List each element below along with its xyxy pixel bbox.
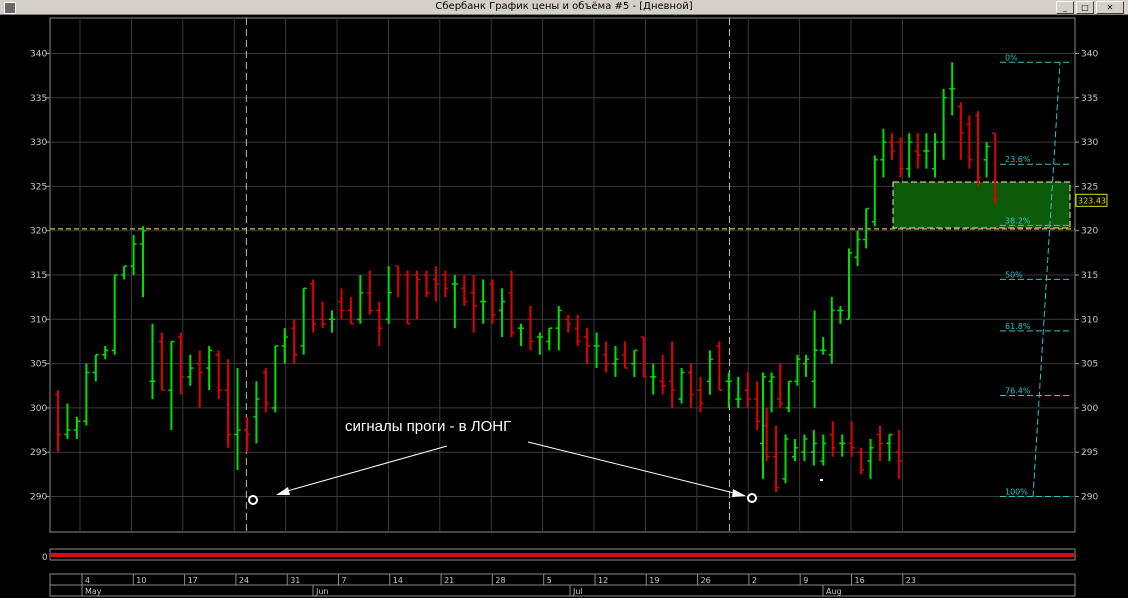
window-controls: _ □ ✕ [1056, 1, 1124, 14]
y-tick-label-right: 290 [1081, 493, 1098, 503]
signal-marker[interactable] [747, 493, 757, 503]
price-chart[interactable]: 290 290295 295300 300305 305310 310315 315320 3… [0, 15, 1128, 598]
day-label: 23 [906, 576, 916, 585]
y-tick-label-right: 330 [1081, 138, 1098, 148]
day-label: 4 [85, 576, 90, 585]
fib-level-label: 50% [1005, 270, 1023, 279]
day-label: 28 [495, 576, 505, 585]
day-label: 19 [649, 576, 659, 585]
day-label: 14 [393, 576, 403, 585]
maximize-button[interactable]: □ [1076, 1, 1094, 14]
fib-level-label: 38.2% [1005, 216, 1031, 225]
y-tick-label-left: 325 [30, 182, 47, 192]
day-label: 16 [855, 576, 865, 585]
day-label: 9 [803, 576, 808, 585]
y-tick-label-left: 310 [30, 315, 47, 325]
fib-level-label: 23.6% [1005, 155, 1031, 164]
volume-axis-label: 0 [42, 553, 48, 563]
current-price-label: 323.43 [1078, 196, 1106, 205]
month-label: Jun [315, 587, 329, 596]
fib-level-label: 76.4% [1005, 387, 1031, 396]
minimize-button[interactable]: _ [1056, 1, 1074, 14]
y-tick-label-left: 300 [30, 404, 47, 414]
day-label: 12 [598, 576, 608, 585]
day-label: 24 [239, 576, 249, 585]
month-label: Jul [572, 587, 583, 596]
y-tick-label-right: 325 [1081, 182, 1098, 192]
y-tick-label-right: 340 [1081, 49, 1098, 59]
fib-level-label: 61.8% [1005, 322, 1031, 331]
y-tick-label-right: 310 [1081, 315, 1098, 325]
y-tick-label-left: 315 [30, 271, 47, 281]
y-tick-label-right: 305 [1081, 360, 1098, 370]
fib-level-label: 100% [1005, 488, 1028, 497]
y-tick-label-right: 295 [1081, 448, 1098, 458]
fib-level-label: 0% [1005, 53, 1018, 62]
y-tick-label-left: 290 [30, 493, 47, 503]
day-label: 31 [290, 576, 300, 585]
volume-bar-band [51, 553, 1074, 557]
day-label: 21 [444, 576, 454, 585]
y-tick-label-right: 320 [1081, 227, 1098, 237]
y-tick-label-left: 305 [30, 360, 47, 370]
y-tick-label-left: 340 [30, 49, 47, 59]
day-label: 17 [188, 576, 198, 585]
small-marker [820, 479, 823, 481]
window-title: Сбербанк График цены и объёма #5 - [Днев… [435, 1, 693, 12]
close-button[interactable]: ✕ [1096, 1, 1124, 14]
y-tick-label-right: 315 [1081, 271, 1098, 281]
y-tick-label-right: 335 [1081, 94, 1098, 104]
y-tick-label-right: 300 [1081, 404, 1098, 414]
day-label: 7 [342, 576, 347, 585]
window-titlebar: Сбербанк График цены и объёма #5 - [Днев… [0, 0, 1128, 15]
fib-zone-rectangle [892, 181, 1071, 229]
annotation-text: сигналы проги - в ЛОНГ [345, 418, 511, 435]
month-label: Aug [826, 587, 842, 596]
y-tick-label-left: 335 [30, 94, 47, 104]
signal-marker[interactable] [248, 495, 258, 505]
y-tick-label-left: 295 [30, 448, 47, 458]
day-label: 26 [701, 576, 711, 585]
day-label: 5 [547, 576, 552, 585]
y-tick-label-left: 320 [30, 227, 47, 237]
y-tick-label-left: 330 [30, 138, 47, 148]
month-label: May [85, 587, 102, 596]
day-label: 10 [136, 576, 146, 585]
day-label: 2 [752, 576, 757, 585]
